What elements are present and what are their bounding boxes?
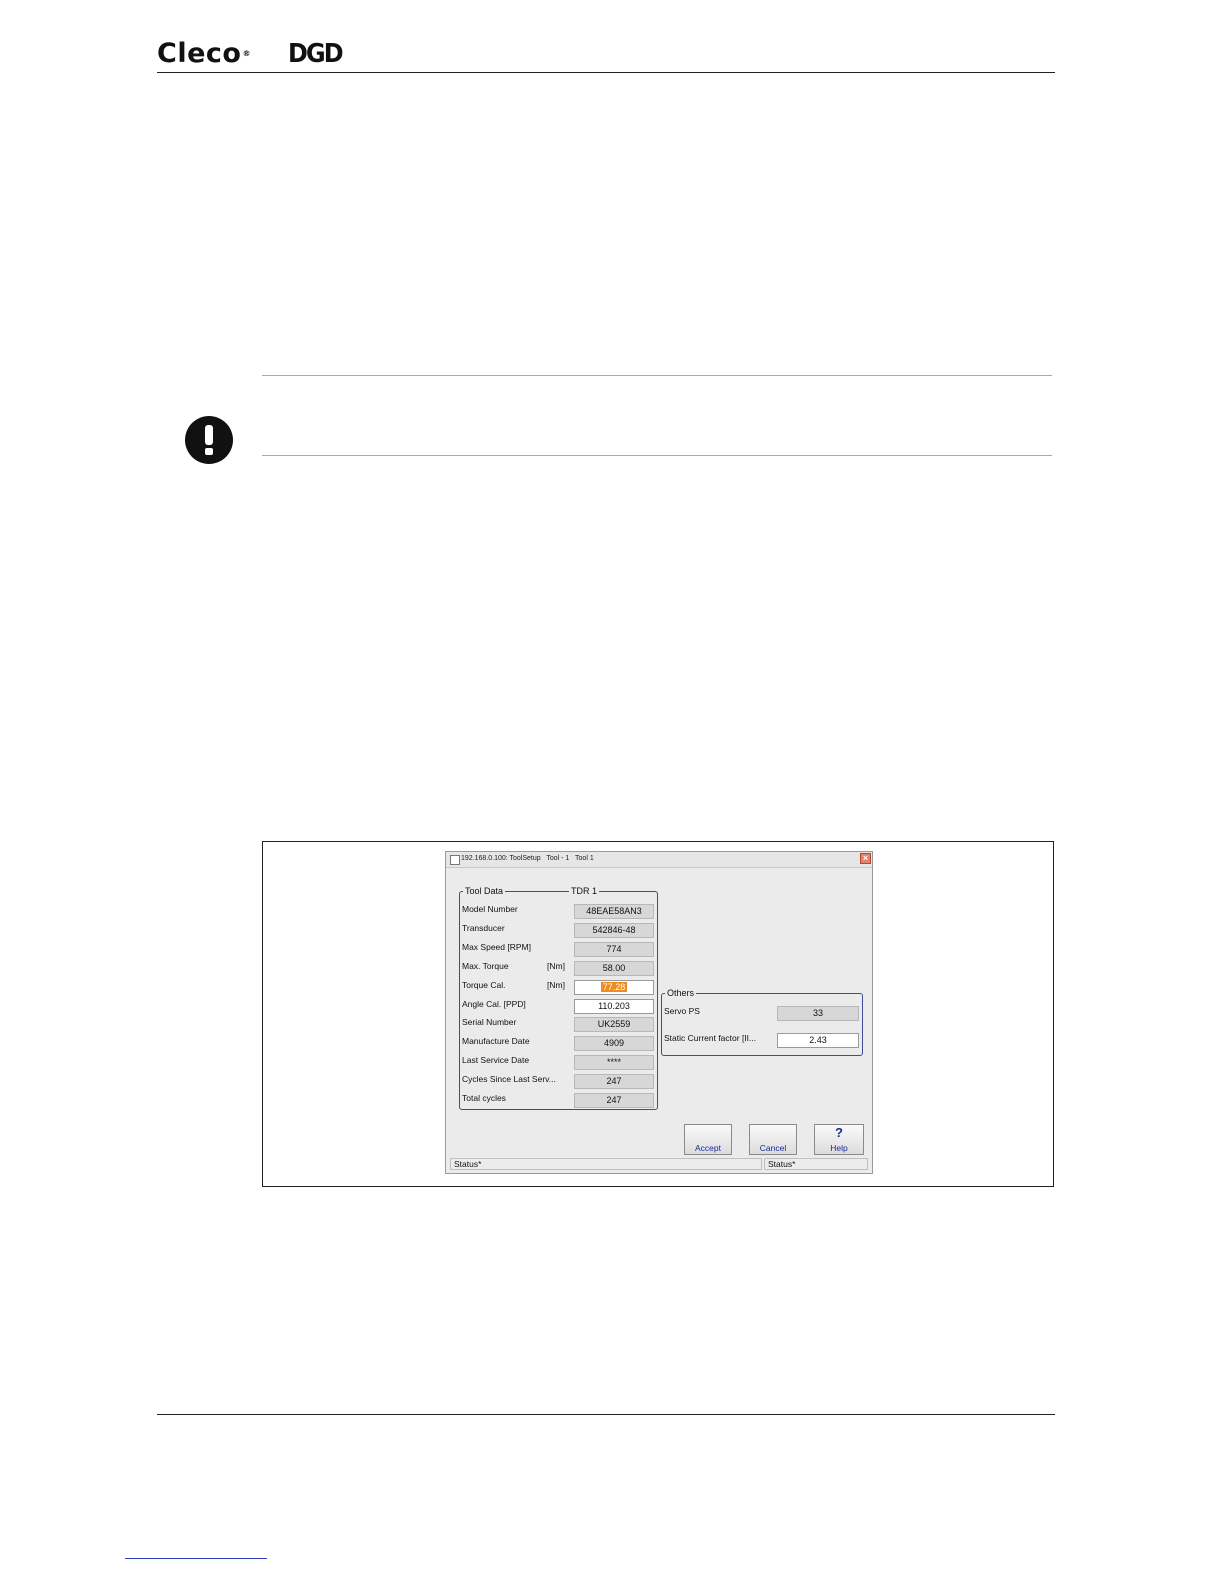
exclamation-icon	[185, 416, 233, 464]
tool-row-value-field[interactable]: 110.203	[574, 998, 654, 1014]
tool-row-unit: [Nm]	[547, 979, 565, 990]
tool-row-value: 110.203	[598, 1000, 630, 1011]
status-bar: Status* Status*	[450, 1158, 868, 1170]
tool-row-value: 774	[606, 943, 622, 954]
others-row-value[interactable]: 2.43	[777, 1033, 859, 1048]
others-row-value: 33	[777, 1006, 859, 1021]
header-rule	[157, 72, 1055, 73]
others-legend: Others	[665, 988, 697, 998]
tool-row-label: Angle Cal. [PPD]	[462, 998, 526, 1009]
help-button[interactable]: ? Help	[814, 1124, 864, 1155]
status-right: Status*	[764, 1158, 868, 1170]
tool-name: TDR 1	[569, 886, 600, 896]
cleco-logo: Cleco®	[157, 38, 251, 69]
tool-row-unit: [Nm]	[547, 960, 565, 971]
accept-button[interactable]: Accept	[684, 1124, 732, 1155]
notice-bottom-rule	[262, 455, 1052, 456]
tool-row-label: Manufacture Date	[462, 1036, 530, 1047]
tool-row-value: 77.28	[600, 981, 628, 992]
tool-row-label: Torque Cal.	[462, 979, 506, 990]
cancel-button[interactable]: Cancel	[749, 1124, 797, 1155]
tool-row-label: Cycles Since Last Serv...	[462, 1074, 556, 1085]
tool-row-label: Max Speed [RPM]	[462, 941, 531, 952]
tool-row-label: Total cycles	[462, 1093, 506, 1103]
app-icon	[450, 855, 460, 865]
tool-row-value-field: 48EAE58AN3	[574, 904, 654, 919]
status-left: Status*	[450, 1158, 762, 1170]
tool-row-value-field: 774	[574, 941, 654, 957]
tool-row-value-field: ****	[574, 1055, 654, 1071]
others-row-label: Servo PS	[664, 1006, 700, 1016]
notice-top-rule	[262, 375, 1052, 376]
tool-row-value: 247	[606, 1095, 622, 1105]
tool-row-value-field: 58.00	[574, 960, 654, 976]
close-button[interactable]: ×	[860, 853, 871, 864]
tool-row-label: Model Number	[462, 904, 518, 914]
tool-row-label: Last Service Date	[462, 1055, 530, 1066]
dialog-titlebar[interactable]: 192.168.0.100: ToolSetup Tool - 1 Tool 1…	[446, 852, 872, 868]
tool-row-value: 4909	[603, 1038, 625, 1049]
dialog-title: 192.168.0.100: ToolSetup Tool - 1 Tool 1	[461, 855, 594, 862]
tool-row-value-field: UK2559	[574, 1017, 654, 1033]
tool-row-label: Serial Number	[462, 1017, 517, 1028]
tool-row-value: ****	[606, 1057, 621, 1068]
tool-row-value-field: 247	[574, 1074, 654, 1090]
tool-row-value: 542846-48	[592, 924, 636, 935]
tool-row-label: Transducer	[462, 922, 505, 933]
tool-row-value-field: 4909	[574, 1036, 654, 1052]
tool-row-label: Max. Torque	[462, 960, 509, 971]
tool-row-value: 48EAE58AN3	[586, 906, 642, 916]
tool-data-legend: Tool Data	[463, 886, 506, 896]
help-icon: ?	[835, 1125, 843, 1140]
tool-row-value: 247	[606, 1076, 622, 1087]
dgd-logo: DGD	[288, 39, 344, 69]
tool-row-value: UK2559	[597, 1019, 631, 1030]
footer-link-underline	[125, 1558, 267, 1559]
tool-row-value: 58.00	[602, 962, 626, 973]
tool-setup-dialog: 192.168.0.100: ToolSetup Tool - 1 Tool 1…	[445, 851, 873, 1174]
tool-row-value-field[interactable]: 77.28	[574, 979, 654, 995]
others-row-label: Static Current factor [II...	[664, 1033, 757, 1043]
tool-row-value-field: 247	[574, 1093, 654, 1108]
footer-rule	[157, 1414, 1055, 1415]
tool-row-value-field: 542846-48	[574, 922, 654, 938]
